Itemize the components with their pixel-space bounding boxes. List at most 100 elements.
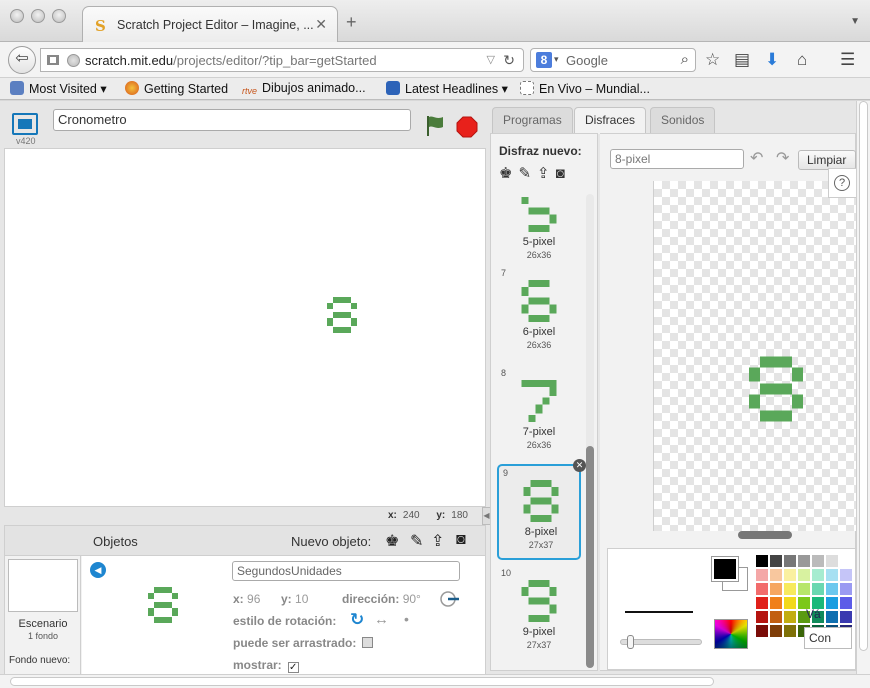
palette-swatch[interactable] [840,611,852,623]
palette-swatch[interactable] [840,597,852,609]
left-right-icon[interactable]: ↔ [374,611,389,628]
window-zoom-button[interactable] [52,9,66,23]
help-button[interactable]: ? [828,168,856,198]
paint-canvas[interactable] [653,181,856,531]
window-vertical-scrollbar[interactable] [856,101,870,674]
info-back-icon[interactable]: ◀ [90,562,106,578]
stop-icon[interactable] [456,116,478,138]
browser-tab[interactable]: S Scratch Project Editor – Imagine, ... … [82,6,338,43]
palette-swatch[interactable] [812,555,824,567]
palette-swatch[interactable] [826,597,838,609]
stage[interactable] [4,148,486,507]
tab-close-icon[interactable]: ✕ [315,16,327,33]
downloads-icon[interactable]: ⬇ [765,51,779,69]
direction-dial-icon[interactable] [438,591,460,607]
bookmark-en-vivo[interactable]: En Vivo – Mundial... [520,81,650,96]
show-checkbox[interactable]: ✓ [287,662,299,673]
stage-selector[interactable]: Escenario 1 fondo Fondo nuevo: [5,556,81,688]
palette-swatch[interactable] [770,555,782,567]
palette-swatch[interactable] [784,555,796,567]
new-tab-button[interactable]: + [346,13,357,31]
bookmark-getting-started[interactable]: Getting Started [125,81,228,96]
window-minimize-button[interactable] [31,9,45,23]
window-close-button[interactable] [10,9,24,23]
delete-costume-icon[interactable]: ✕ [573,459,586,472]
costume-name-input[interactable]: 8-pixel [610,149,744,169]
bookmarks-list-icon[interactable]: ▤ [734,51,750,69]
costume-list-scrollbar-thumb[interactable] [586,446,594,668]
dont-rotate-icon[interactable]: • [404,611,409,627]
search-bar[interactable]: 8 ▾ Google ⌕ [530,48,696,72]
window-horizontal-scrollbar-thumb[interactable] [10,677,714,686]
costume-item-selected[interactable]: 9 ✕ 8-pixel 27x37 [497,459,586,560]
menu-icon[interactable]: ☰ [840,51,855,69]
choose-sprite-library-icon[interactable]: ♚ [385,531,399,551]
costume-item[interactable]: 10 9-pixel 27x37 [497,566,581,662]
paint-costume-icon[interactable]: ✎ [518,165,537,182]
bookmark-most-visited[interactable]: Most Visited ▾ [10,81,107,96]
palette-swatch[interactable] [770,569,782,581]
stage-sprite-digit-8[interactable] [327,297,357,333]
palette-swatch[interactable] [784,583,796,595]
clear-button[interactable]: Limpiar [798,150,856,170]
project-title-input[interactable]: Cronometro [53,109,411,131]
search-icon[interactable]: ⌕ [681,51,689,68]
sprite-name-input[interactable]: SegundosUnidades [232,561,460,581]
rotate-all-around-icon[interactable]: ↻ [350,610,364,630]
camera-sprite-icon[interactable]: ◙ [456,531,466,549]
camera-costume-icon[interactable]: ◙ [556,165,571,182]
palette-swatch[interactable] [784,625,796,637]
upload-costume-icon[interactable]: ⇪ [537,165,556,182]
palette-swatch[interactable] [770,625,782,637]
palette-swatch[interactable] [798,569,810,581]
palette-swatch[interactable] [840,583,852,595]
palette-swatch[interactable] [840,569,852,581]
palette-swatch[interactable] [826,555,838,567]
window-horizontal-scrollbar[interactable] [0,674,870,688]
palette-swatch[interactable] [770,597,782,609]
tab-list-chevron-icon[interactable]: ▼ [850,16,860,27]
palette-swatch[interactable] [756,611,768,623]
costume-item[interactable]: 7 6-pixel 26x36 [497,266,581,362]
palette-swatch[interactable] [756,597,768,609]
stage-thumbnail[interactable] [8,559,78,612]
bookmark-latest-headlines[interactable]: Latest Headlines ▾ [386,81,508,96]
home-icon[interactable]: ⌂ [797,51,807,69]
search-engine-dropdown-icon[interactable]: ▾ [554,54,559,65]
upload-sprite-icon[interactable]: ⇪ [431,531,444,551]
palette-swatch[interactable] [756,583,768,595]
palette-swatch[interactable] [798,555,810,567]
color-picker-gradient[interactable] [714,619,748,649]
url-history-dropdown-icon[interactable]: ▽ [487,53,495,66]
bookmark-dibujos[interactable]: rtve Dibujos animado... [242,81,366,100]
palette-swatch[interactable] [784,611,796,623]
palette-swatch[interactable] [784,597,796,609]
palette-swatch[interactable] [826,583,838,595]
palette-swatch[interactable] [770,611,782,623]
palette-swatch[interactable] [798,583,810,595]
url-bar[interactable]: scratch.mit.edu/projects/editor/?tip_bar… [40,48,524,72]
undo-icon[interactable]: ↶ [750,148,763,168]
tab-costumes[interactable]: Disfraces [574,107,647,134]
green-flag-icon[interactable] [425,115,445,137]
bookmark-star-icon[interactable]: ☆ [705,51,720,69]
palette-swatch[interactable] [812,569,824,581]
back-button[interactable]: ⇦ [8,46,36,74]
primary-color-swatch[interactable] [712,557,738,581]
palette-swatch[interactable] [756,555,768,567]
palette-swatch[interactable] [770,583,782,595]
palette-swatch[interactable] [812,583,824,595]
tab-sounds[interactable]: Sonidos [650,107,716,133]
redo-icon[interactable]: ↷ [776,148,789,168]
window-vertical-scrollbar-thumb[interactable] [859,101,868,651]
draggable-checkbox[interactable] [362,637,374,648]
canvas-scrollbar-thumb[interactable] [738,531,792,539]
reload-icon[interactable]: ↻ [503,52,515,69]
fullscreen-icon[interactable] [12,113,38,135]
palette-swatch[interactable] [756,569,768,581]
palette-swatch[interactable] [826,569,838,581]
costume-item[interactable]: 8 7-pixel 26x36 [497,366,581,462]
palette-swatch[interactable] [826,611,838,623]
palette-swatch[interactable] [756,625,768,637]
line-width-slider-knob[interactable] [627,635,634,649]
